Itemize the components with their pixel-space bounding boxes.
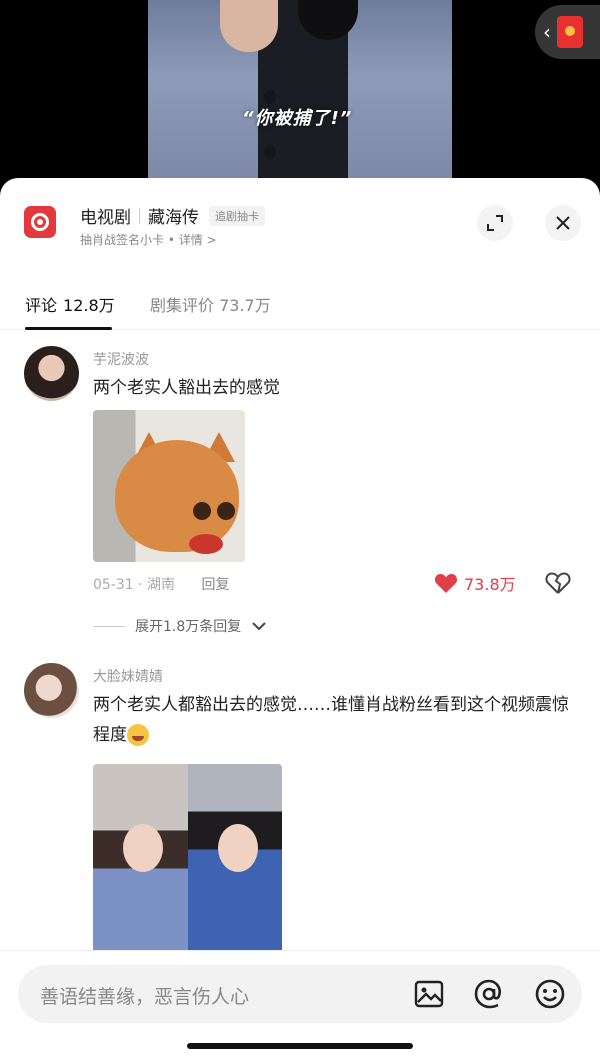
at-icon <box>474 979 501 1009</box>
expand-replies-label: 展开1.8万条回复 <box>135 619 242 635</box>
like-count: 73.8万 <box>464 575 516 594</box>
tab-bar: 评论 12.8万 剧集评价 73.7万 <box>0 278 600 330</box>
home-indicator <box>187 1043 413 1049</box>
video-frame <box>148 0 452 195</box>
expand-button[interactable] <box>477 205 513 241</box>
avatar[interactable] <box>24 346 79 401</box>
red-packet-icon <box>557 16 583 48</box>
comment-username[interactable]: 芋泥波波 <box>93 349 149 369</box>
comment-sheet: 电视剧 藏海传 追剧抽卡 抽肖战签名小卡 • 详情 > 评论 12.8万 剧集评价… <box>0 178 600 1061</box>
comment-meta: 05-31 · 湖南 回复 <box>93 574 230 594</box>
comment-location: · 湖南 <box>138 577 176 593</box>
chevron-left-icon: ‹ <box>543 20 551 44</box>
show-name: 藏海传 <box>148 208 199 228</box>
comment-text: 两个老实人都豁出去的感觉……谁懂肖战粉丝看到这个视频震惊程度 <box>93 690 583 750</box>
tab-ratings[interactable]: 剧集评价 73.7万 <box>150 292 271 316</box>
video-subtitle: “你被捕了!” <box>242 108 353 129</box>
expand-icon <box>487 215 503 231</box>
smiley-icon <box>535 979 565 1009</box>
red-packet-pill[interactable]: ‹ <box>535 5 600 59</box>
comment-image-photo[interactable] <box>93 764 282 954</box>
show-title: 电视剧 藏海传 追剧抽卡 <box>80 203 265 228</box>
comment-input-placeholder: 善语结善缘，恶言伤人心 <box>40 986 250 1008</box>
mention-button[interactable] <box>473 978 505 1010</box>
show-tag: 追剧抽卡 <box>209 205 265 226</box>
image-icon <box>414 980 444 1008</box>
comment-date: 05-31 <box>93 577 134 593</box>
emoji-button[interactable] <box>534 978 566 1010</box>
chevron-down-icon <box>252 622 266 631</box>
reply-button[interactable]: 回复 <box>202 577 230 593</box>
expand-replies-button[interactable]: 展开1.8万条回复 <box>93 616 267 636</box>
tab-comments-label: 评论 <box>25 296 58 315</box>
image-button[interactable] <box>413 978 445 1010</box>
close-icon <box>556 216 570 230</box>
close-button[interactable] <box>545 205 581 241</box>
comment-image-cat[interactable] <box>93 410 245 562</box>
dislike-button[interactable] <box>545 571 571 599</box>
heart-icon <box>434 574 458 593</box>
comment-text-content: 两个老实人都豁出去的感觉……谁懂肖战粉丝看到这个视频震惊程度 <box>93 695 569 745</box>
avatar[interactable] <box>24 663 79 718</box>
broken-heart-icon <box>545 572 571 594</box>
crying-laughing-emoji-icon <box>127 724 149 746</box>
show-subtitle-link[interactable]: 抽肖战签名小卡 • 详情 > <box>80 231 217 248</box>
comment-username[interactable]: 大脸妹婧婧 <box>93 666 163 686</box>
active-tab-indicator <box>25 327 112 330</box>
video-player[interactable]: “你被捕了!” ‹ <box>0 0 600 195</box>
tab-comments[interactable]: 评论 12.8万 <box>25 292 115 316</box>
show-header[interactable]: 电视剧 藏海传 追剧抽卡 抽肖战签名小卡 • 详情 > <box>0 178 600 268</box>
comment-text: 两个老实人豁出去的感觉 <box>93 378 280 398</box>
show-category: 电视剧 <box>80 208 131 228</box>
tab-comments-count: 12.8万 <box>63 296 115 315</box>
video-app-icon <box>24 206 56 238</box>
comment-input-bar: 善语结善缘，恶言伤人心 <box>0 950 600 1061</box>
like-button[interactable]: 73.8万 <box>434 571 516 595</box>
comment-input[interactable]: 善语结善缘，恶言伤人心 <box>18 965 582 1023</box>
